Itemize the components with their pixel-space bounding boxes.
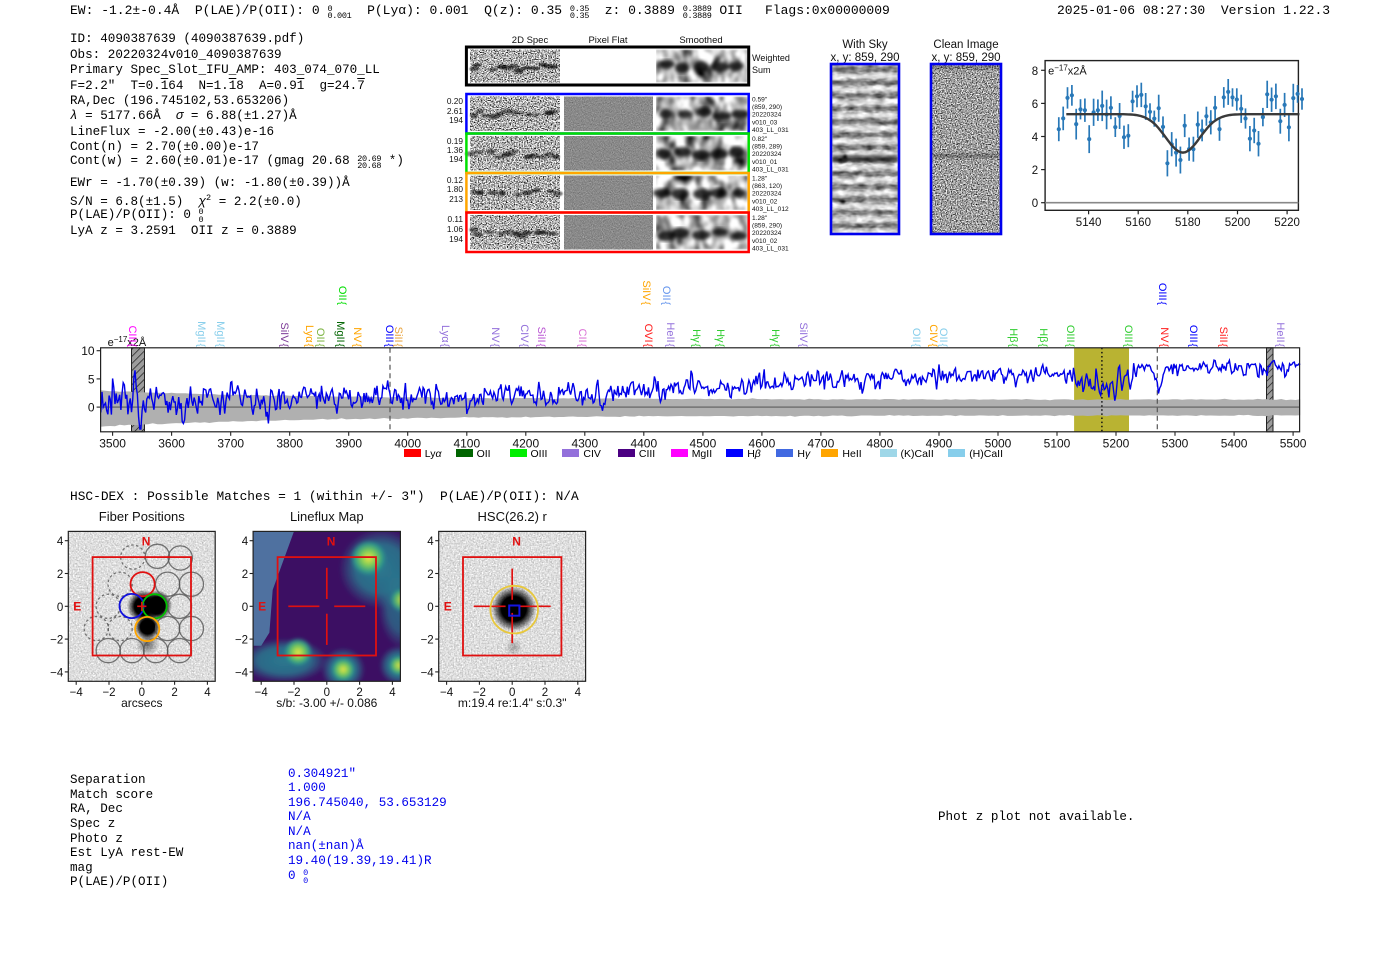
svg-text:3600: 3600 xyxy=(158,436,185,450)
svg-text:2: 2 xyxy=(57,569,63,581)
svg-text:−2: −2 xyxy=(235,635,248,647)
svg-text:194: 194 xyxy=(449,115,463,125)
svg-text:N: N xyxy=(512,534,521,548)
svg-text:Pixel Flat: Pixel Flat xyxy=(588,35,627,46)
svg-text:5140: 5140 xyxy=(1076,217,1102,229)
svg-text:E: E xyxy=(258,599,266,613)
svg-text:5100: 5100 xyxy=(1044,436,1071,450)
svg-text:0: 0 xyxy=(57,602,63,614)
svg-text:−4: −4 xyxy=(440,687,454,699)
svg-text:403_LL_031: 403_LL_031 xyxy=(752,245,789,252)
svg-text:4: 4 xyxy=(575,687,582,699)
svg-text:5: 5 xyxy=(88,372,95,386)
svg-text:20220324: 20220324 xyxy=(752,230,782,237)
svg-text:arcsecs: arcsecs xyxy=(121,696,162,710)
svg-text:E: E xyxy=(444,599,452,613)
svg-text:0: 0 xyxy=(1032,198,1038,210)
svg-text:x, y: 859, 290: x, y: 859, 290 xyxy=(931,52,1000,64)
svg-text:1.28": 1.28" xyxy=(752,176,768,183)
svg-text:−4: −4 xyxy=(255,687,269,699)
svg-text:e−17x2Å: e−17x2Å xyxy=(1048,63,1087,78)
svg-text:Weighted: Weighted xyxy=(752,53,790,63)
svg-text:With Sky: With Sky xyxy=(842,39,888,51)
svg-text:x, y: 859, 290: x, y: 859, 290 xyxy=(830,52,899,64)
svg-text:194: 194 xyxy=(449,234,463,244)
svg-text:20220324: 20220324 xyxy=(752,112,782,119)
svg-text:5400: 5400 xyxy=(1221,436,1248,450)
svg-text:−4: −4 xyxy=(50,667,64,679)
svg-text:0.82": 0.82" xyxy=(752,136,768,143)
svg-text:v010_01: v010_01 xyxy=(752,159,778,166)
svg-text:3500: 3500 xyxy=(99,436,126,450)
svg-text:−4: −4 xyxy=(421,667,435,679)
svg-text:6: 6 xyxy=(1032,99,1038,111)
svg-text:403_LL_031: 403_LL_031 xyxy=(752,127,789,134)
svg-text:(859, 289): (859, 289) xyxy=(752,144,782,151)
svg-text:194: 194 xyxy=(449,154,463,164)
svg-text:2: 2 xyxy=(242,569,248,581)
svg-text:8: 8 xyxy=(1032,66,1038,78)
svg-text:213: 213 xyxy=(449,194,463,204)
svg-text:(863, 120): (863, 120) xyxy=(752,183,782,190)
svg-text:2: 2 xyxy=(427,569,433,581)
svg-text:Clean Image: Clean Image xyxy=(933,39,998,51)
svg-text:Lineflux Map: Lineflux Map xyxy=(290,509,364,524)
svg-text:1.28": 1.28" xyxy=(752,215,768,222)
svg-text:3700: 3700 xyxy=(217,436,244,450)
svg-text:403_LL_012: 403_LL_012 xyxy=(752,206,789,213)
svg-text:5200: 5200 xyxy=(1225,217,1251,229)
svg-text:5200: 5200 xyxy=(1103,436,1130,450)
svg-text:m:19.4 re:1.4" s:0.3": m:19.4 re:1.4" s:0.3" xyxy=(458,696,567,710)
svg-text:4: 4 xyxy=(1032,132,1039,144)
svg-text:1.06: 1.06 xyxy=(447,224,464,234)
svg-text:403_LL_031: 403_LL_031 xyxy=(752,166,789,173)
svg-text:10: 10 xyxy=(81,344,95,358)
svg-text:20220324: 20220324 xyxy=(752,191,782,198)
svg-text:4: 4 xyxy=(57,536,64,548)
svg-text:v010_02: v010_02 xyxy=(752,198,778,205)
svg-text:0: 0 xyxy=(427,602,433,614)
svg-text:−2: −2 xyxy=(421,635,434,647)
svg-text:3800: 3800 xyxy=(276,436,303,450)
svg-text:1.80: 1.80 xyxy=(447,184,464,194)
svg-text:Smoothed: Smoothed xyxy=(679,35,722,46)
svg-text:−4: −4 xyxy=(235,667,249,679)
svg-text:2: 2 xyxy=(171,687,177,699)
svg-text:0.59": 0.59" xyxy=(752,97,768,104)
svg-text:4: 4 xyxy=(427,536,434,548)
svg-text:5180: 5180 xyxy=(1175,217,1201,229)
svg-text:4: 4 xyxy=(204,687,211,699)
svg-text:Fiber Positions: Fiber Positions xyxy=(99,509,185,524)
svg-text:−2: −2 xyxy=(50,635,63,647)
svg-text:E: E xyxy=(73,599,81,613)
svg-text:2D Spec: 2D Spec xyxy=(512,35,549,46)
svg-text:2: 2 xyxy=(1032,165,1038,177)
svg-text:5300: 5300 xyxy=(1162,436,1189,450)
svg-text:s/b: -3.00 +/- 0.086: s/b: -3.00 +/- 0.086 xyxy=(276,696,377,710)
svg-text:4: 4 xyxy=(242,536,249,548)
svg-text:3900: 3900 xyxy=(335,436,362,450)
svg-text:0.20: 0.20 xyxy=(447,96,464,106)
svg-text:v010_02: v010_02 xyxy=(752,238,778,245)
svg-text:Sum: Sum xyxy=(752,65,771,75)
svg-text:(859, 290): (859, 290) xyxy=(752,104,782,111)
svg-text:0.11: 0.11 xyxy=(447,214,463,224)
svg-text:−2: −2 xyxy=(102,687,115,699)
svg-text:5160: 5160 xyxy=(1125,217,1151,229)
svg-text:20220324: 20220324 xyxy=(752,151,782,158)
svg-text:HSC(26.2) r: HSC(26.2) r xyxy=(478,509,548,524)
svg-text:5220: 5220 xyxy=(1274,217,1300,229)
svg-text:N: N xyxy=(327,534,336,548)
svg-text:0: 0 xyxy=(88,401,95,415)
svg-text:v010_03: v010_03 xyxy=(752,119,778,126)
svg-text:−4: −4 xyxy=(70,687,84,699)
svg-text:0: 0 xyxy=(242,602,248,614)
svg-text:5500: 5500 xyxy=(1280,436,1307,450)
svg-text:4: 4 xyxy=(389,687,396,699)
svg-text:N: N xyxy=(142,534,151,548)
svg-text:(859, 290): (859, 290) xyxy=(752,223,782,230)
